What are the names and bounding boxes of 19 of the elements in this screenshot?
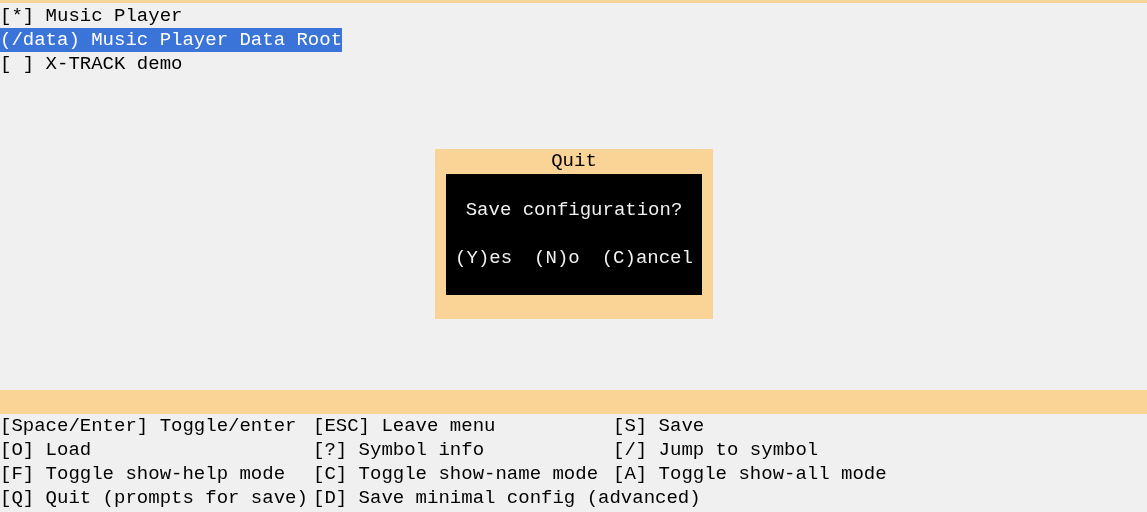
- help-text: [ESC] Leave menu: [313, 414, 497, 438]
- dialog-option[interactable]: (Y)es: [455, 246, 513, 270]
- menu-item[interactable]: [*] Music Player: [0, 4, 183, 28]
- help-text: [Q] Quit (prompts for save): [0, 486, 309, 510]
- help-text: [S] Save: [613, 414, 705, 438]
- help-text: [A] Toggle show-all mode: [613, 462, 887, 486]
- help-text: [C] Toggle show-name mode: [313, 462, 600, 486]
- dialog-option[interactable]: (N)o: [534, 246, 580, 270]
- help-text: [O] Load: [0, 438, 93, 462]
- menu-item[interactable]: [ ] X-TRACK demo: [0, 52, 183, 76]
- menu-item[interactable]: (/data) Music Player Data Root: [0, 28, 343, 52]
- help-text: [Space/Enter] Toggle/enter: [0, 414, 298, 438]
- help-text: [D] Save minimal config (advanced): [313, 486, 701, 510]
- help-text: [?] Symbol info: [313, 438, 486, 462]
- dialog-option[interactable]: (C)ancel: [601, 246, 693, 270]
- dialog-message: Save configuration?: [465, 198, 683, 222]
- help-text: [/] Jump to symbol: [613, 438, 819, 462]
- dialog-title: Quit: [551, 149, 597, 173]
- help-text: [F] Toggle show-help mode: [0, 462, 287, 486]
